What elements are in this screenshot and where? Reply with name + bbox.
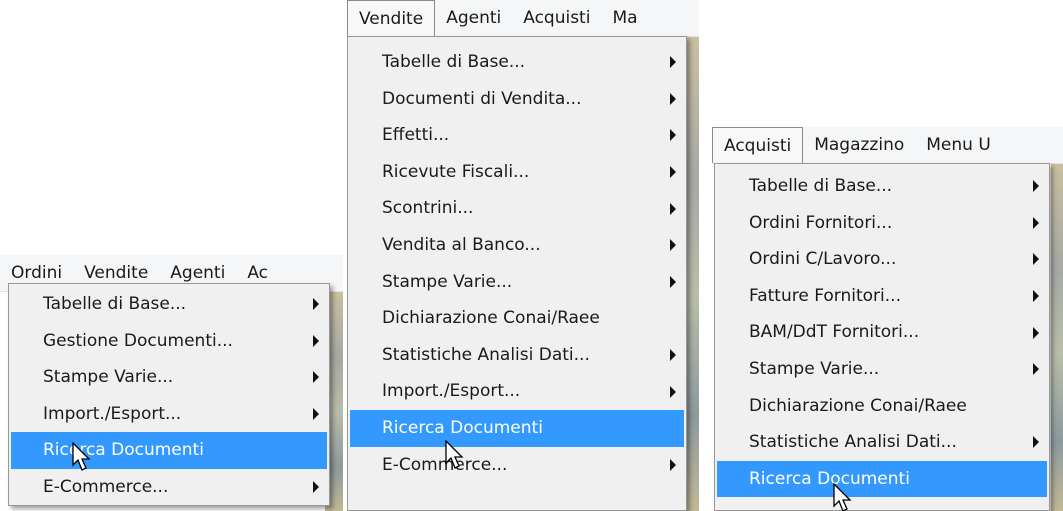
menu-item-label: Gestione Documenti... — [43, 330, 233, 351]
menu-item-label: Stampe Varie... — [382, 271, 513, 292]
menu-item-ecommerce[interactable]: E-Commerce... — [350, 447, 684, 484]
submenu-arrow-icon — [670, 92, 676, 105]
menu-item-ricerca-documenti[interactable]: Ricerca Documenti — [717, 460, 1047, 498]
menu-item-label: Ricerca Documenti — [749, 468, 910, 489]
submenu-arrow-icon — [670, 56, 676, 69]
menu-item-fatture-fornitori[interactable]: Fatture Fornitori... — [717, 278, 1047, 315]
background-window — [685, 37, 699, 511]
menu-item-label: Import./Esport... — [382, 381, 521, 402]
menu-item-label: Stampe Varie... — [43, 367, 174, 388]
menubar-item-vendite[interactable]: Vendite — [347, 0, 436, 36]
menu-item-ricevute-fiscali[interactable]: Ricevute Fiscali... — [350, 154, 684, 191]
menu-item-bam-ddt[interactable]: BAM/DdT Fornitori... — [717, 314, 1047, 351]
menu-item-label: BAM/DdT Fornitori... — [749, 322, 920, 343]
menu-item-label: Statistiche Analisi Dati... — [382, 344, 590, 365]
submenu-arrow-icon — [670, 458, 676, 471]
menu-item-tabelle[interactable]: Tabelle di Base... — [11, 286, 327, 323]
menu-item-effetti[interactable]: Effetti... — [350, 117, 684, 154]
menubar: Vendite Agenti Acquisti Ma — [347, 0, 699, 37]
menu-item-statistiche[interactable]: Statistiche Analisi Dati... — [350, 337, 684, 374]
menu-item-label: Statistiche Analisi Dati... — [749, 432, 957, 453]
menubar-item-menu-utente[interactable]: Menu U — [915, 127, 1002, 163]
menu-item-dichiarazione-conai[interactable]: Dichiarazione Conai/Raee — [350, 300, 684, 337]
menu-item-label: Ricerca Documenti — [43, 440, 204, 461]
menu-panel-vendite: Vendite Agenti Acquisti Ma Tabelle di Ba… — [347, 0, 699, 511]
menu-item-label: Stampe Varie... — [749, 358, 880, 379]
menu-item-import[interactable]: Import./Esport... — [350, 373, 684, 410]
menu-item-label: Tabelle di Base... — [43, 294, 187, 314]
menubar-item-agenti[interactable]: Agenti — [435, 0, 512, 36]
menu-item-label: E-Commerce... — [43, 476, 169, 497]
menu-item-stampe[interactable]: Stampe Varie... — [350, 264, 684, 301]
mouse-pointer-icon — [445, 440, 464, 469]
menu-item-label: Vendita al Banco... — [382, 234, 541, 255]
menu-item-label: Tabelle di Base... — [749, 176, 893, 196]
submenu-arrow-icon — [670, 349, 676, 362]
submenu-arrow-icon — [1033, 326, 1039, 339]
menubar-item-magazzino[interactable]: Ma — [601, 0, 648, 36]
submenu-arrow-icon — [670, 385, 676, 398]
submenu-arrow-icon — [670, 239, 676, 252]
menu-item-label: Fatture Fornitori... — [749, 285, 901, 306]
menu-item-ricerca-documenti[interactable]: Ricerca Documenti — [350, 409, 684, 447]
submenu-arrow-icon — [1033, 436, 1039, 449]
menu-item-ordini-fornitori[interactable]: Ordini Fornitori... — [717, 205, 1047, 242]
menu-item-vendita-banco[interactable]: Vendita al Banco... — [350, 227, 684, 264]
mouse-pointer-icon — [833, 483, 852, 511]
submenu-arrow-icon — [670, 202, 676, 215]
submenu-arrow-icon — [1033, 180, 1039, 193]
menu-item-label: Dichiarazione Conai/Raee — [749, 395, 967, 416]
menu-item-documenti-vendita[interactable]: Documenti di Vendita... — [350, 81, 684, 118]
background-window — [1051, 164, 1063, 511]
submenu-arrow-icon — [313, 408, 319, 421]
menu-item-tabelle[interactable]: Tabelle di Base... — [350, 44, 684, 81]
menu-item-stampe[interactable]: Stampe Varie... — [11, 359, 327, 396]
menu-item-label: Ricerca Documenti — [382, 417, 543, 438]
submenu-arrow-icon — [1033, 290, 1039, 303]
menu-item-ricerca-documenti[interactable]: Ricerca Documenti — [11, 432, 327, 469]
menu-item-ordini-lavoro[interactable]: Ordini C/Lavoro... — [717, 241, 1047, 278]
menu-item-import[interactable]: Import./Esport... — [11, 396, 327, 433]
dropdown-menu: Tabelle di Base... Ordini Fornitori... O… — [714, 163, 1050, 511]
submenu-arrow-icon — [1033, 216, 1039, 229]
submenu-arrow-icon — [313, 334, 319, 347]
menu-item-label: Tabelle di Base... — [382, 52, 526, 72]
menu-item-label: Effetti... — [382, 125, 450, 146]
menu-item-dichiarazione-conai[interactable]: Dichiarazione Conai/Raee — [717, 388, 1047, 425]
menubar-item-acquisti[interactable]: Acquisti — [512, 0, 601, 36]
menu-item-gestione-documenti[interactable]: Gestione Documenti... — [11, 323, 327, 360]
menubar-item-acquisti[interactable]: Acquisti — [712, 127, 804, 163]
submenu-arrow-icon — [313, 298, 319, 311]
menu-item-ecommerce[interactable]: E-Commerce... — [11, 469, 327, 506]
menu-item-statistiche[interactable]: Statistiche Analisi Dati... — [717, 424, 1047, 461]
submenu-arrow-icon — [313, 481, 319, 494]
menu-item-label: Ordini C/Lavoro... — [749, 249, 897, 270]
submenu-arrow-icon — [313, 371, 319, 384]
menubar: Acquisti Magazzino Menu U — [712, 127, 1063, 164]
dropdown-menu: Tabelle di Base... Documenti di Vendita.… — [347, 36, 687, 511]
menu-item-label: Ordini Fornitori... — [749, 212, 893, 233]
submenu-arrow-icon — [1033, 363, 1039, 376]
menu-item-tabelle[interactable]: Tabelle di Base... — [717, 168, 1047, 205]
menu-item-label: Scontrini... — [382, 198, 474, 219]
submenu-arrow-icon — [670, 129, 676, 142]
menu-panel-ordini: Ordini Vendite Agenti Ac Tabelle di Base… — [0, 255, 343, 511]
menu-item-scontrini[interactable]: Scontrini... — [350, 190, 684, 227]
menu-panel-acquisti: Acquisti Magazzino Menu U Tabelle di Bas… — [712, 127, 1063, 511]
menu-item-label: Documenti di Vendita... — [382, 88, 582, 109]
dropdown-menu: Tabelle di Base... Gestione Documenti...… — [8, 283, 330, 506]
menu-item-label: Ricevute Fiscali... — [382, 161, 530, 182]
submenu-arrow-icon — [670, 275, 676, 288]
menu-item-label: Dichiarazione Conai/Raee — [382, 308, 600, 329]
menu-item-stampe[interactable]: Stampe Varie... — [717, 351, 1047, 388]
menubar-item-magazzino[interactable]: Magazzino — [803, 127, 915, 163]
menu-item-label: Import./Esport... — [43, 403, 182, 424]
mouse-pointer-icon — [72, 442, 91, 471]
submenu-arrow-icon — [670, 166, 676, 179]
submenu-arrow-icon — [1033, 253, 1039, 266]
